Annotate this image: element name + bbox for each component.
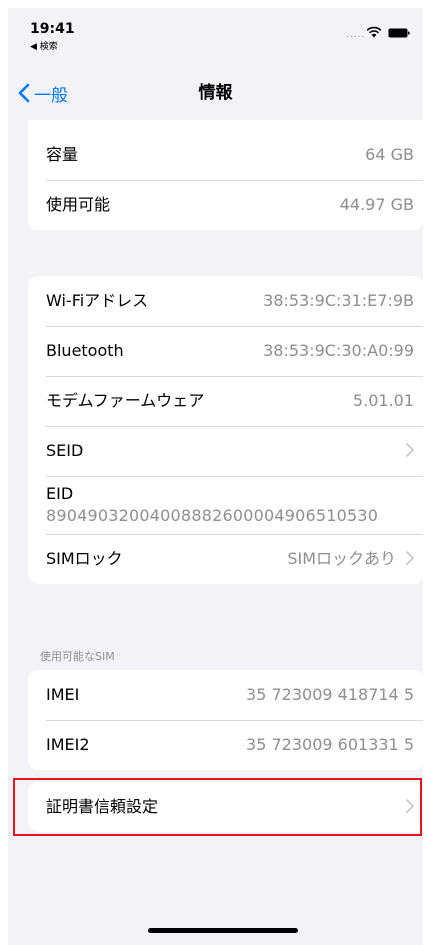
wifi-icon — [366, 26, 382, 38]
row-label: EID — [46, 484, 74, 503]
list-item-bluetooth: Bluetooth 38:53:9C:30:A0:99 — [28, 326, 423, 376]
list-item-wifi-address: Wi-Fiアドレス 38:53:9C:31:E7:9B — [28, 276, 423, 326]
row-label: SEID — [46, 441, 84, 460]
row-value: 44.97 GB — [339, 195, 414, 214]
battery-icon — [388, 28, 410, 38]
navigation-bar-front: 一般 情報 — [8, 80, 423, 120]
sim-group: IMEI 35 723009 418714 5 IMEI2 35 723009 … — [28, 670, 423, 770]
status-time: 19:41 — [30, 21, 75, 37]
section-header-available-sim: 使用可能なSIM — [40, 650, 115, 663]
status-bar: 19:41 ◀ 検索 ..... — [8, 8, 423, 52]
list-item-eid: EID 89049032004008882600004906510530 — [28, 476, 423, 534]
back-to-app-link[interactable]: ◀ 検索 — [30, 39, 58, 52]
row-value: 35 723009 601331 5 — [246, 735, 414, 754]
row-value: SIMロックあり — [287, 549, 396, 568]
chevron-right-icon — [406, 551, 414, 565]
row-value: 38:53:9C:31:E7:9B — [263, 291, 414, 310]
network-group: Wi-Fiアドレス 38:53:9C:31:E7:9B Bluetooth 38… — [28, 276, 423, 584]
row-label: 使用可能 — [46, 195, 111, 214]
list-item-modem-firmware: モデムファームウェア 5.01.01 — [28, 376, 423, 426]
row-value: 35 723009 418714 5 — [246, 685, 414, 704]
list-item-imei2: IMEI2 35 723009 601331 5 — [28, 720, 423, 770]
row-label: 容量 — [46, 145, 79, 164]
storage-group: 容量 64 GB 使用可能 44.97 GB — [28, 111, 423, 230]
row-value: 38:53:9C:30:A0:99 — [263, 341, 414, 360]
row-label: Wi-Fiアドレス — [46, 291, 149, 310]
list-item-imei: IMEI 35 723009 418714 5 — [28, 670, 423, 720]
row-value: 64 GB — [365, 145, 414, 164]
list-item-sim-lock[interactable]: SIMロック SIMロックあり — [28, 534, 423, 584]
eid-value: 89049032004008882600004906510530 — [46, 506, 379, 525]
list-item-capacity: 容量 64 GB — [28, 130, 423, 180]
row-label: IMEI2 — [46, 735, 90, 754]
page-title: 情報 — [198, 83, 233, 103]
row-label: IMEI — [46, 685, 80, 704]
row-label: モデムファームウェア — [46, 391, 205, 410]
list-item-available: 使用可能 44.97 GB — [28, 180, 423, 230]
row-label: SIMロック — [46, 549, 123, 568]
highlight-box — [13, 778, 422, 836]
home-indicator[interactable] — [148, 928, 298, 933]
cellular-signal-icon: ..... — [346, 30, 366, 40]
row-label: Bluetooth — [46, 341, 124, 360]
chevron-right-icon — [406, 443, 414, 457]
row-value: 5.01.01 — [352, 391, 414, 410]
list-item-seid[interactable]: SEID — [28, 426, 423, 476]
